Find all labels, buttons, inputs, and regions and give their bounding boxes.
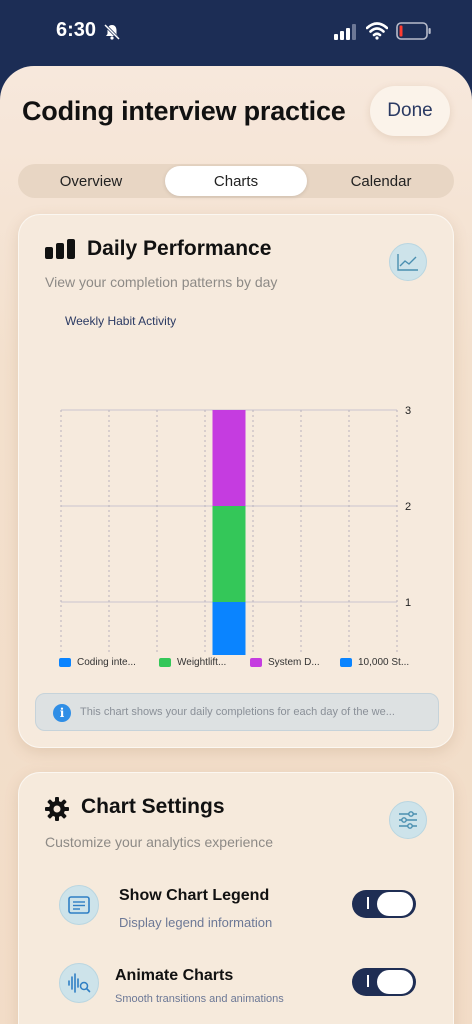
- setting-subtitle-legend: Display legend information: [119, 915, 273, 930]
- cellular-signal-icon: [334, 24, 356, 40]
- card-subtitle: Customize your analytics experience: [45, 834, 273, 850]
- legend-label: System D...: [268, 657, 320, 668]
- setting-title-animate: Animate Charts: [115, 967, 234, 984]
- segmented-control: Overview Charts Calendar: [18, 164, 454, 198]
- settings-adjust-button[interactable]: [389, 801, 427, 839]
- sliders-icon: [399, 811, 417, 829]
- bar-segment: [212, 602, 246, 655]
- waveform-search-icon: [68, 973, 91, 993]
- chart-legend: Coding inte... Weightlift... System D... 10…: [59, 657, 439, 673]
- battery-icon: [396, 22, 431, 40]
- done-button[interactable]: Done: [370, 86, 450, 136]
- chart-title: Weekly Habit Activity: [65, 314, 176, 328]
- wifi-icon: [366, 22, 388, 40]
- legend-item: Weightlift...: [159, 657, 226, 668]
- toggle-on-mark: [367, 897, 369, 909]
- legend-setting-icon-wrap: [59, 885, 99, 925]
- legend-item: 10,000 St...: [340, 657, 409, 668]
- show-legend-toggle[interactable]: [352, 890, 416, 918]
- legend-item: System D...: [250, 657, 320, 668]
- page-title: Coding interview practice: [22, 96, 346, 126]
- tab-calendar[interactable]: Calendar: [310, 166, 452, 196]
- toggle-knob: [377, 970, 413, 994]
- bar-segment: [212, 506, 246, 602]
- y-tick-label: 2: [405, 501, 411, 513]
- card-title: Chart Settings: [81, 795, 225, 818]
- bar-segment: [212, 410, 246, 506]
- toggle-on-mark: [367, 975, 369, 987]
- modal-sheet: Coding interview practice Done Overview …: [0, 66, 472, 1024]
- weekly-habit-chart: Weekly Habit Activity 0123SunMonTueWedTh…: [60, 314, 411, 655]
- legend-swatch: [159, 658, 171, 667]
- legend-swatch: [250, 658, 262, 667]
- chart-settings-card: Chart Settings Customize your analytics …: [18, 772, 454, 1024]
- list-box-icon: [68, 896, 90, 914]
- toggle-knob: [377, 892, 413, 916]
- legend-label: 10,000 St...: [358, 657, 410, 668]
- tab-charts[interactable]: Charts: [165, 166, 307, 196]
- setting-title-legend: Show Chart Legend: [119, 887, 270, 904]
- legend-swatch: [59, 658, 71, 667]
- tab-overview[interactable]: Overview: [20, 166, 162, 196]
- daily-performance-card: Daily Performance View your completion p…: [18, 214, 454, 748]
- setting-subtitle-animate: Smooth transitions and animations: [115, 993, 284, 1005]
- legend-item: Coding inte...: [59, 657, 136, 668]
- info-icon: i: [53, 704, 71, 722]
- info-text: This chart shows your daily completions …: [80, 706, 395, 718]
- status-bar: 6:30: [0, 0, 472, 64]
- gear-icon: [45, 797, 69, 821]
- legend-swatch: [340, 658, 352, 667]
- legend-label: Coding inte...: [77, 657, 136, 668]
- animate-charts-toggle[interactable]: [352, 968, 416, 996]
- bell-slash-icon: [103, 23, 121, 41]
- status-time: 6:30: [56, 19, 97, 41]
- animate-setting-icon-wrap: [59, 963, 99, 1003]
- y-tick-label: 1: [405, 597, 411, 609]
- y-tick-label: 3: [405, 405, 411, 417]
- info-banner: i This chart shows your daily completion…: [35, 693, 439, 731]
- legend-label: Weightlift...: [177, 657, 227, 668]
